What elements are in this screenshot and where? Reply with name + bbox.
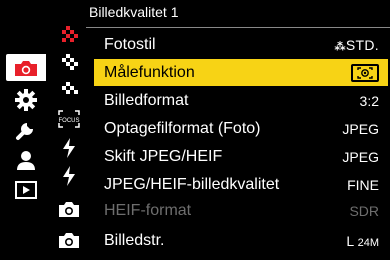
focus-icon: FOCUS	[58, 110, 80, 128]
menu-item-metering-mode[interactable]: Målefunktion	[94, 59, 388, 86]
picture-size-megapixels: 24M	[357, 236, 379, 249]
subtab-focus[interactable]: FOCUS	[54, 106, 84, 132]
main-category-sidebar	[0, 54, 46, 204]
camera-icon	[59, 233, 79, 248]
playback-icon	[15, 180, 37, 199]
menu-header-title: Billedkvalitet 1	[89, 4, 179, 20]
image-quality-red-icon	[62, 26, 78, 42]
menu-item-label: Billedstr.	[104, 231, 165, 249]
menu-item-label: Billedformat	[104, 91, 189, 109]
flash-icon	[63, 138, 75, 158]
header-divider	[86, 27, 390, 28]
subtab-image-quality-2[interactable]	[54, 49, 84, 75]
sidebar-item-playback[interactable]	[6, 176, 46, 203]
image-quality-icon	[62, 82, 78, 94]
menu-item-label: JPEG/HEIF-billedkvalitet	[104, 175, 280, 193]
menu-item-heif-format: HEIF-format SDR	[94, 197, 388, 224]
picture-quality-value: FINE	[347, 176, 379, 193]
wrench-icon	[16, 122, 33, 140]
camera-icon	[15, 60, 37, 76]
menu-item-photo-style[interactable]: Fotostil ⁂STD.	[94, 31, 388, 58]
picture-size-letter: L	[346, 232, 354, 249]
menu-item-label: Fotostil	[104, 35, 156, 53]
sidebar-item-my-menu[interactable]	[6, 146, 46, 173]
menu-item-label: Skift JPEG/HEIF	[104, 147, 223, 165]
subtab-flash-1[interactable]	[54, 135, 84, 161]
subtab-image-quality-1[interactable]	[54, 21, 84, 47]
photo-style-value: ⁂STD.	[334, 37, 379, 53]
menu-item-label: HEIF-format	[104, 201, 192, 219]
subtab-image-quality-3[interactable]	[54, 77, 84, 103]
menu-item-picture-size[interactable]: Billedstr. L 24M	[94, 227, 388, 254]
menu-item-file-format[interactable]: Optagefilformat (Foto) JPEG	[94, 115, 388, 142]
sidebar-item-photo[interactable]	[6, 54, 46, 81]
sidebar-item-custom[interactable]	[6, 86, 46, 113]
file-format-value: JPEG	[342, 120, 379, 137]
subtab-flash-2[interactable]	[54, 163, 84, 189]
photo-style-icon: ⁂	[334, 40, 346, 53]
gear-icon	[15, 88, 37, 111]
photo-style-value-text: STD.	[345, 36, 379, 53]
menu-item-picture-quality[interactable]: JPEG/HEIF-billedkvalitet FINE	[94, 171, 388, 198]
subtab-camera-2[interactable]	[54, 227, 84, 253]
menu-item-jpeg-heif-switch[interactable]: Skift JPEG/HEIF JPEG	[94, 143, 388, 170]
menu-item-label: Optagefilformat (Foto)	[104, 119, 261, 137]
aspect-ratio-value: 3:2	[359, 92, 379, 109]
focus-icon-label: FOCUS	[59, 118, 80, 124]
image-quality-icon	[62, 54, 78, 70]
heif-format-value: SDR	[349, 202, 379, 219]
jpeg-heif-switch-value: JPEG	[342, 148, 379, 165]
flash-icon	[63, 166, 75, 186]
menu-item-label: Målefunktion	[104, 63, 195, 81]
subtab-camera-1[interactable]	[54, 196, 84, 222]
menu-item-aspect-ratio[interactable]: Billedformat 3:2	[94, 87, 388, 114]
picture-size-value: L 24M	[346, 233, 379, 249]
camera-icon	[59, 202, 79, 217]
person-icon	[17, 150, 35, 170]
sidebar-item-setup[interactable]	[6, 116, 46, 143]
metering-icon	[351, 63, 379, 82]
